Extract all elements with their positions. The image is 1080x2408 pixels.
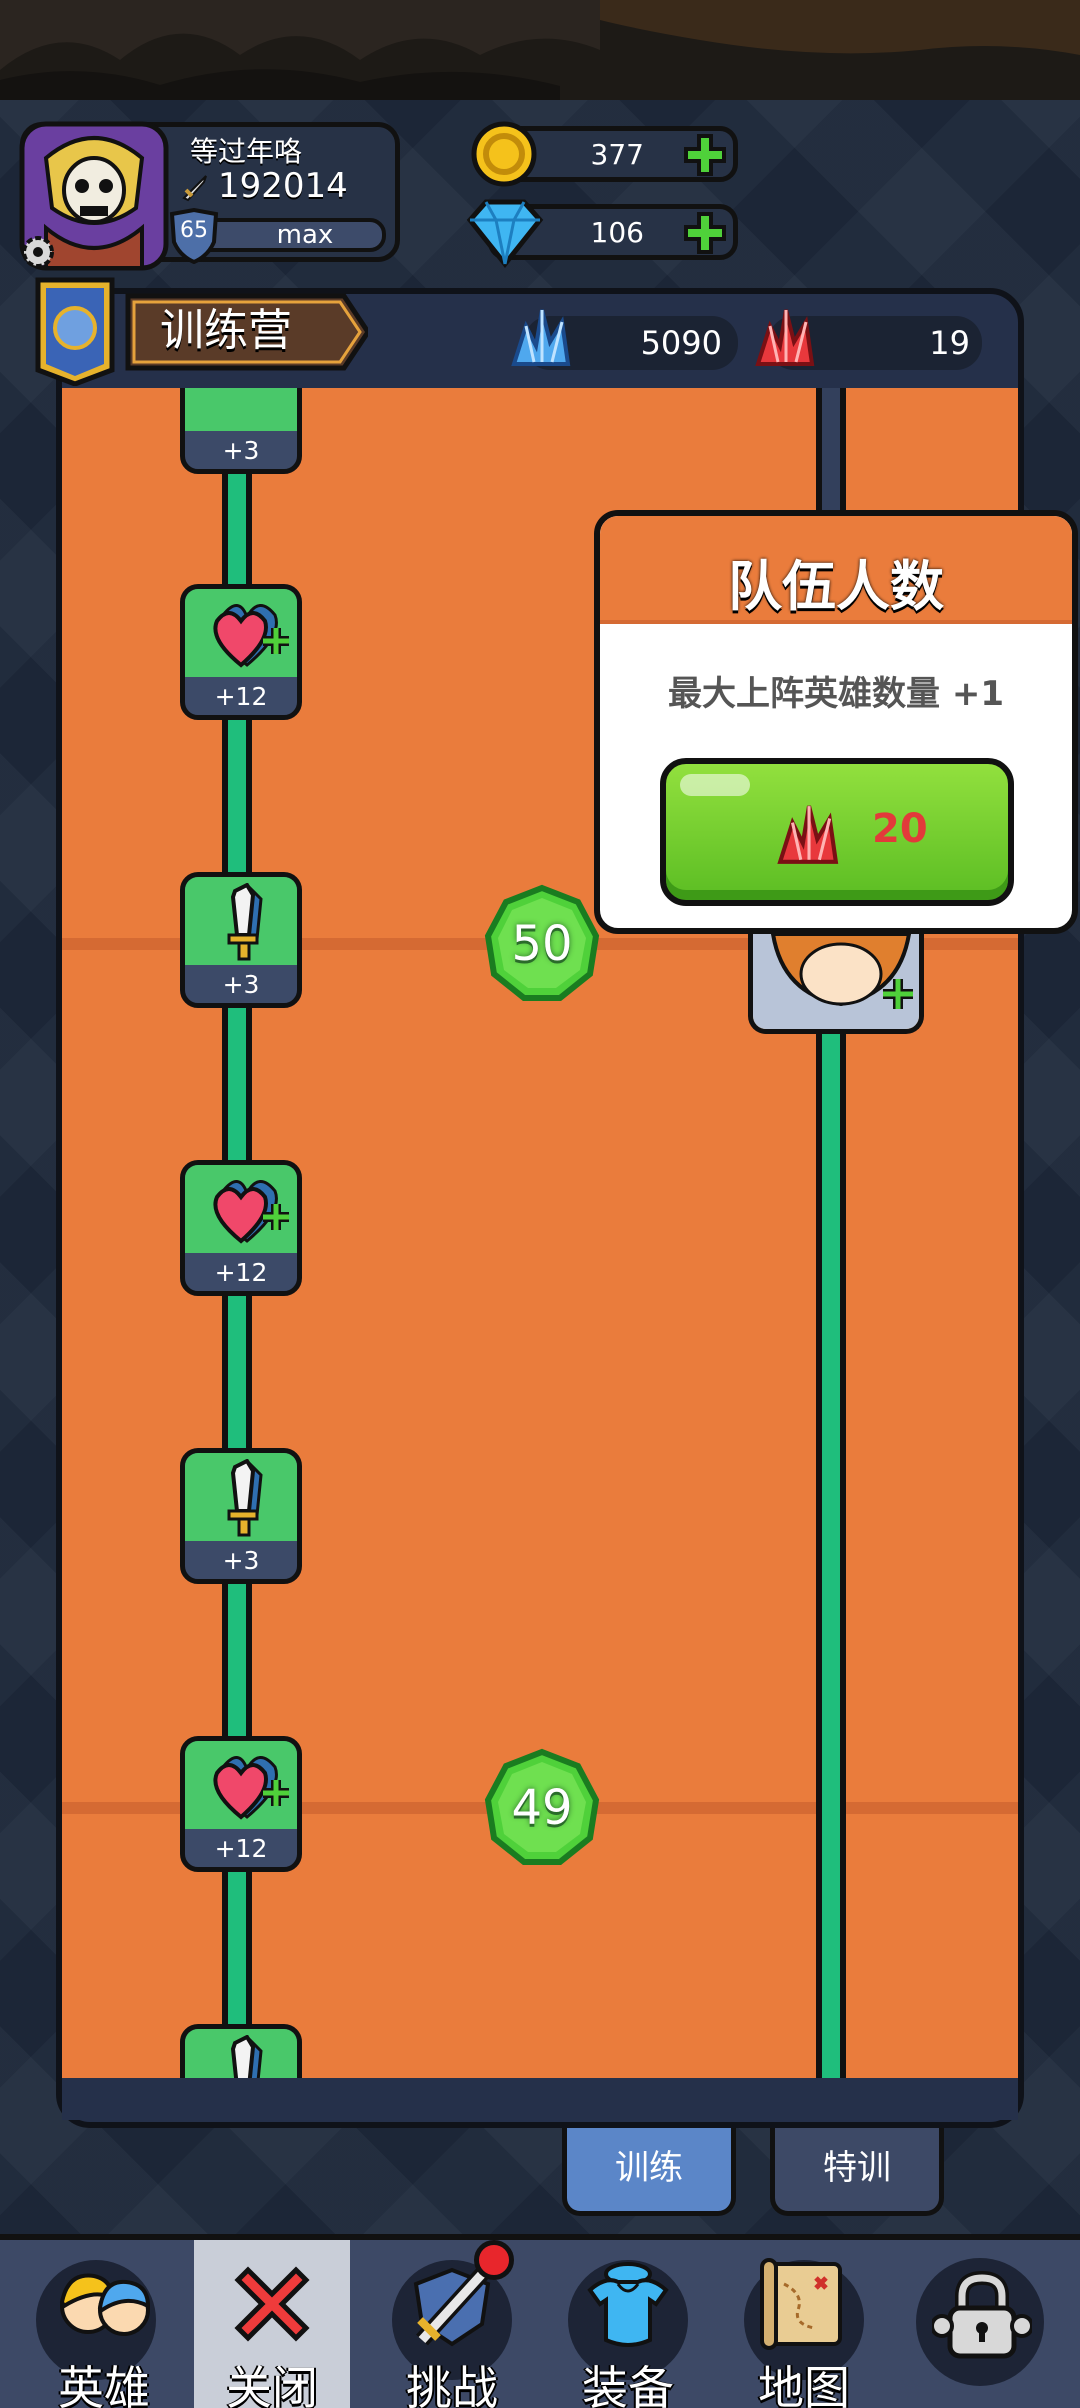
gold-plus-icon[interactable]	[682, 132, 728, 178]
settings-gear-icon[interactable]	[18, 232, 58, 272]
power-sword-icon	[180, 172, 210, 202]
track-node-health[interactable]: +12	[180, 584, 302, 720]
nav-equipment[interactable]: 装备	[540, 2240, 716, 2408]
popup-title: 队伍人数	[728, 555, 944, 618]
sword-icon	[227, 1459, 263, 1537]
diamond-value: 106	[590, 216, 644, 249]
close-x-icon	[222, 2254, 322, 2354]
nav-challenge-label: 挑战	[406, 2361, 498, 2408]
track-node-attack[interactable]: +3	[180, 872, 302, 1008]
blue-crystal-icon	[506, 306, 576, 370]
side-track	[816, 1028, 846, 2078]
camp-title: 训练营	[160, 305, 292, 356]
sword-icon	[230, 2035, 263, 2078]
blue-crystal-value: 5090	[640, 324, 722, 362]
heart-plus-icon	[213, 1180, 289, 1244]
player-name: 等过年咯	[190, 135, 303, 168]
player-level: 65	[180, 218, 208, 243]
map-scroll-icon	[754, 2254, 854, 2354]
popup-description: 最大上阵英雄数量 +1	[668, 674, 1004, 714]
red-crystal-icon	[770, 802, 846, 868]
level-marker-50: 50	[482, 884, 602, 1004]
gold-value: 377	[590, 138, 644, 171]
gold-coin-icon	[468, 118, 540, 190]
lock-icon	[930, 2266, 1034, 2366]
nav-challenge[interactable]: 挑战	[364, 2240, 540, 2408]
nav-equipment-label: 装备	[582, 2361, 674, 2408]
sword-icon	[227, 883, 263, 961]
nav-heroes[interactable]: 英雄	[16, 2240, 192, 2408]
nav-close-label: 关闭	[226, 2361, 318, 2408]
level-status: max	[276, 220, 334, 250]
top-scenery	[0, 0, 1080, 100]
red-crystal-value: 19	[929, 324, 970, 362]
button-shine	[680, 774, 750, 796]
nav-map[interactable]: 地图	[716, 2240, 892, 2408]
panel-footer	[62, 2078, 1018, 2120]
player-power: 192014	[218, 166, 348, 206]
track-node-health[interactable]: +12	[180, 1160, 302, 1296]
heart-plus-icon	[213, 604, 289, 668]
track-node-health[interactable]: +12	[180, 1736, 302, 1872]
diamond-icon	[466, 198, 544, 269]
nav-heroes-label: 英雄	[58, 2361, 150, 2408]
level-marker-49: 49	[482, 1748, 602, 1868]
track-node-attack[interactable]	[180, 2024, 302, 2078]
team-size-popup: 队伍人数 最大上阵英雄数量 +1 20	[594, 510, 1078, 934]
red-crystal-icon	[750, 306, 820, 370]
nav-map-label: 地图	[758, 2361, 850, 2408]
notification-dot	[474, 2240, 514, 2280]
side-track-locked	[816, 388, 846, 518]
tab-special[interactable]: 特训	[770, 2128, 944, 2216]
track-node-attack[interactable]: +3	[180, 388, 302, 474]
armor-icon	[578, 2254, 678, 2354]
nav-locked[interactable]	[892, 2240, 1068, 2408]
heart-plus-icon	[213, 1756, 289, 1820]
nav-close[interactable]: 关闭	[194, 2240, 350, 2408]
hero-unlock-node[interactable]	[748, 934, 924, 1034]
diamond-plus-icon[interactable]	[682, 210, 728, 256]
track-node-attack[interactable]: +3	[180, 1448, 302, 1584]
upgrade-cost: 20	[872, 806, 928, 852]
heroes-icon	[54, 2254, 154, 2354]
tab-train[interactable]: 训练	[562, 2128, 736, 2216]
upgrade-button[interactable]: 20	[660, 758, 1014, 906]
